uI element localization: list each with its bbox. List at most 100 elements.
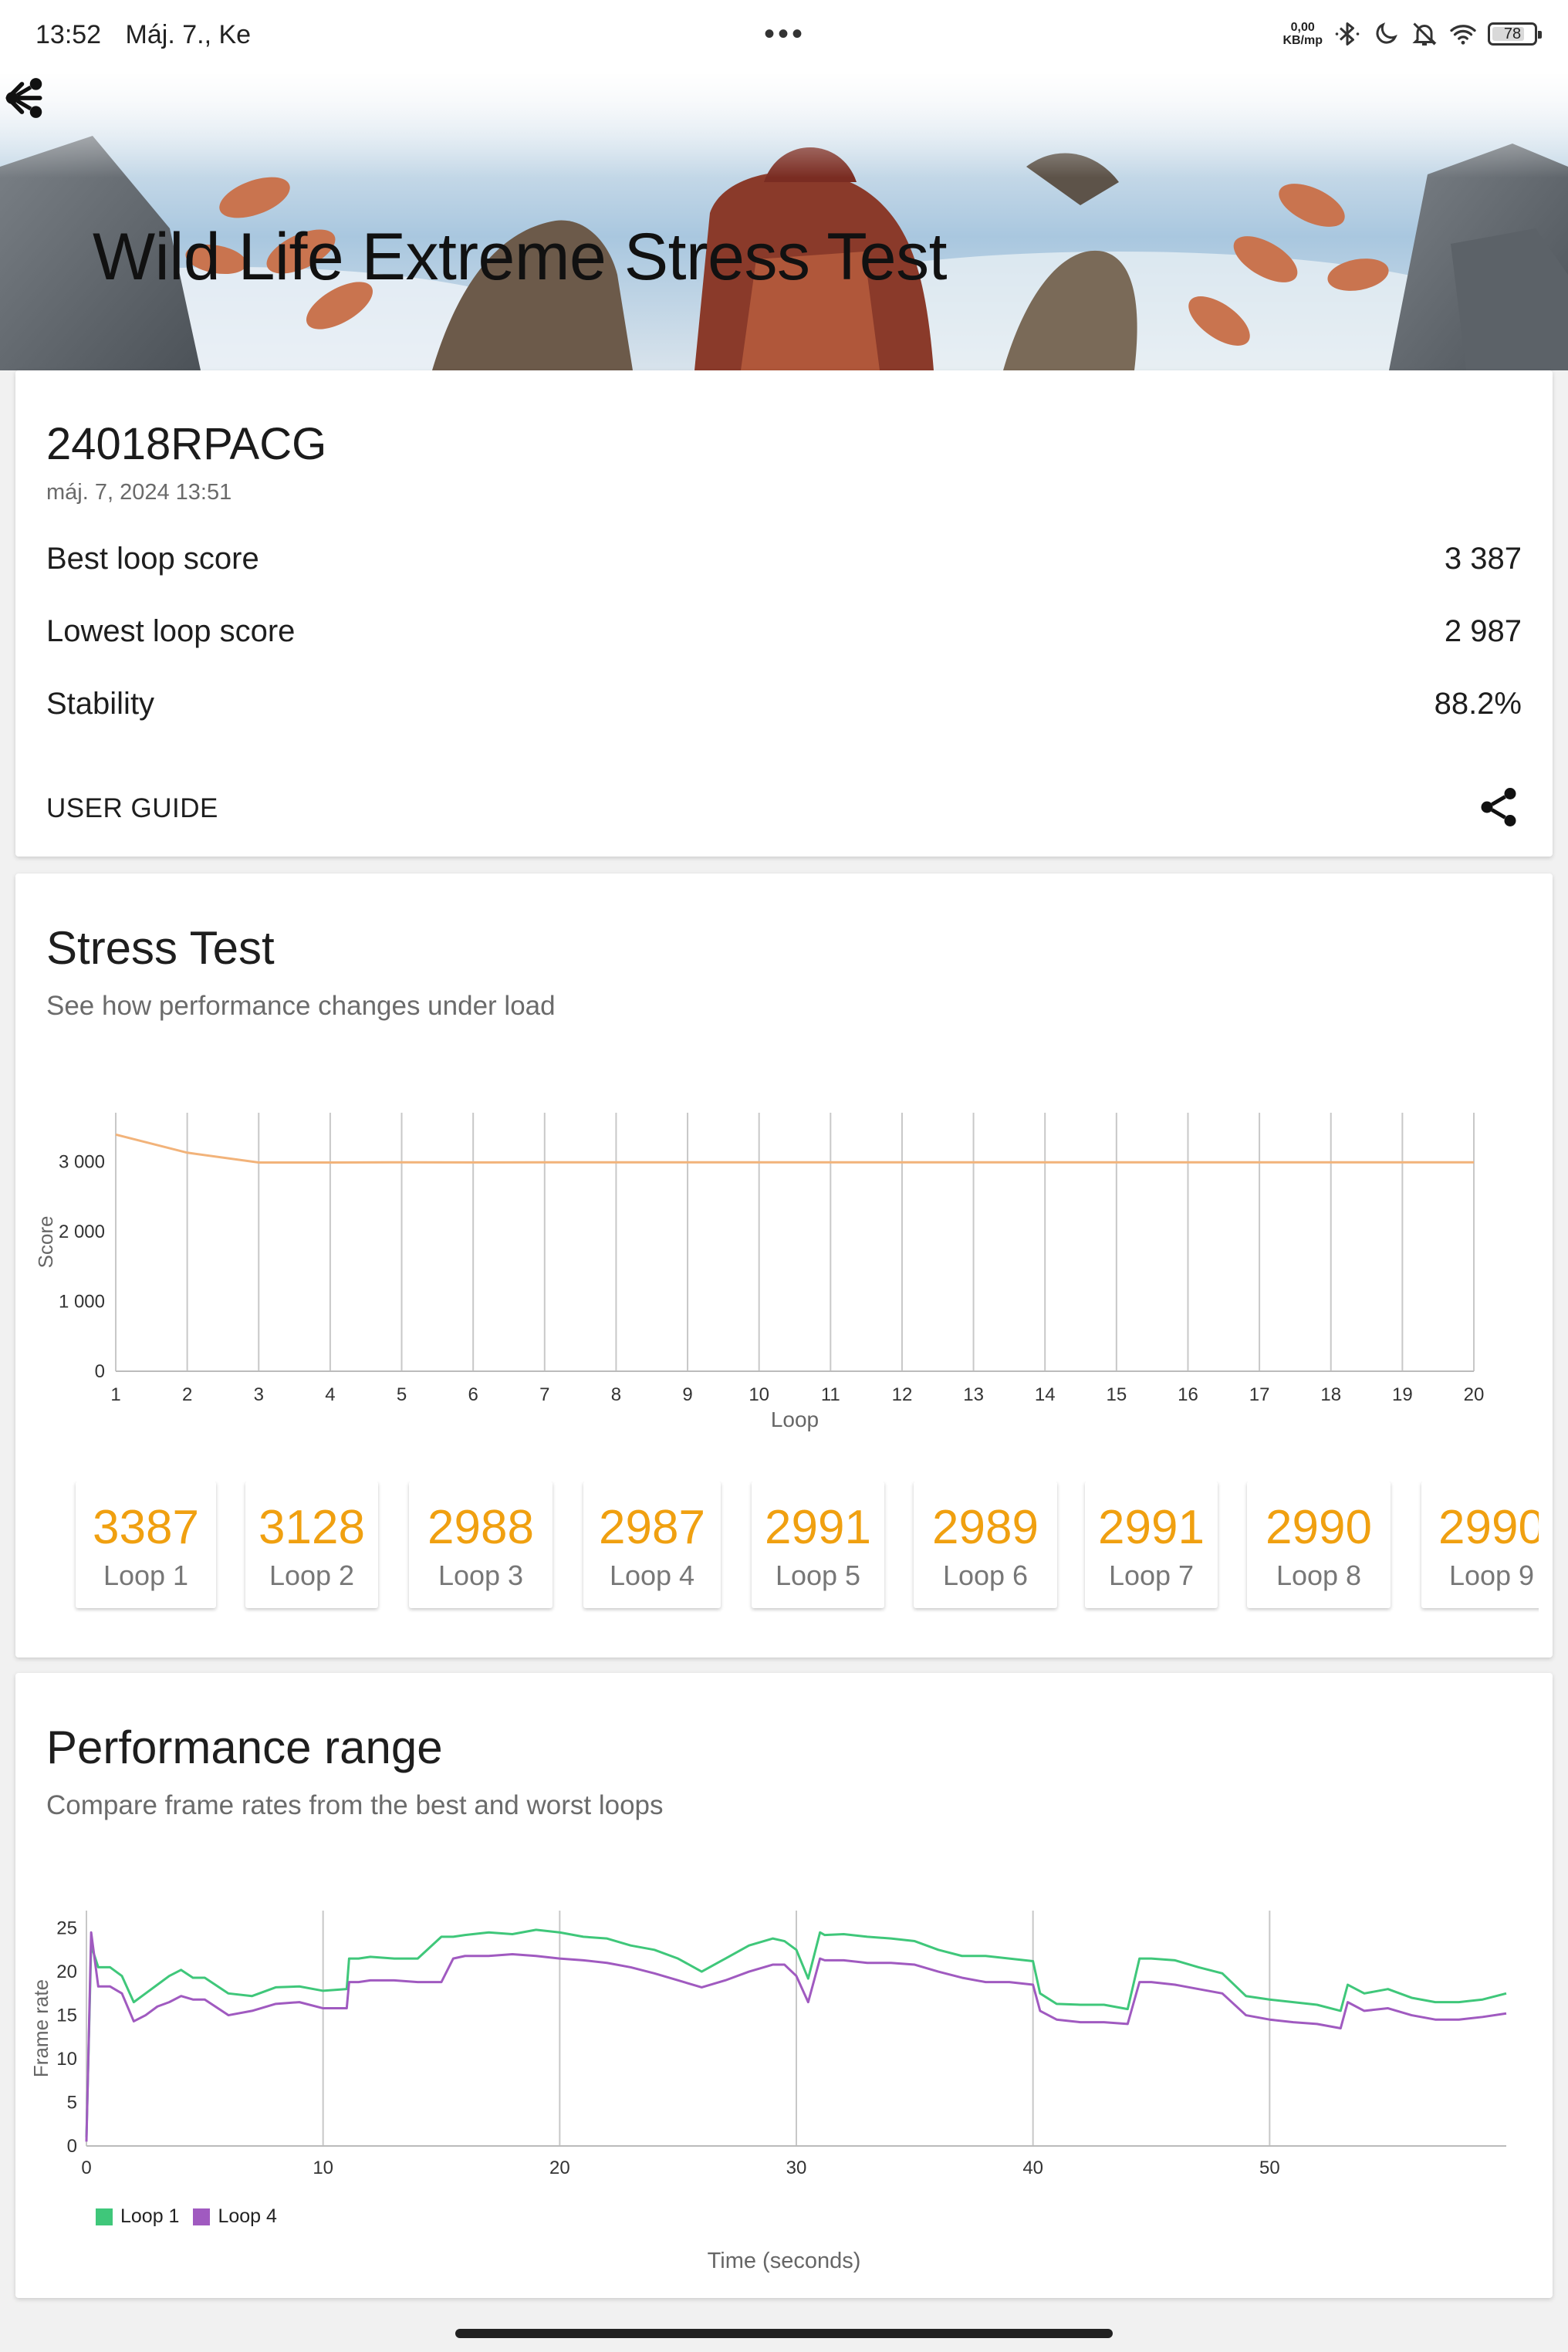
loop-score-value: 2989 [932, 1501, 1039, 1554]
score-chart: 1 2 3 4 5 6 7 8 9 10 11 12 13 14 15 16 17 18 19 2001 0002 0… [34, 1113, 1485, 1431]
x-tick-label: 3 [254, 1384, 264, 1405]
home-indicator[interactable] [455, 2329, 1113, 2338]
y-tick-label: 5 [67, 2093, 77, 2114]
loop-score-card[interactable]: 2991 Loop 5 [752, 1482, 884, 1608]
loop-score-value: 2987 [599, 1501, 705, 1554]
more-dots-icon[interactable]: ••• [764, 17, 806, 52]
loop-score-card[interactable]: 2991 Loop 7 [1085, 1482, 1218, 1608]
y-tick-label: 0 [67, 2136, 77, 2157]
stress-test-title: Stress Test [46, 922, 275, 974]
x-tick-label: 7 [539, 1384, 549, 1405]
loop-score-card[interactable]: 2990 Loop 9 [1421, 1482, 1539, 1608]
net-speed-unit: KB/mp [1282, 34, 1323, 47]
loop-score-value: 2988 [427, 1501, 534, 1554]
y-tick-label: 2 000 [59, 1222, 105, 1242]
summary-card: 24018RPACG máj. 7, 2024 13:51 Best loop … [15, 370, 1553, 857]
loop-score-label: Loop 4 [609, 1560, 695, 1591]
loop-score-value: 3387 [93, 1501, 199, 1554]
loop-score-label: Loop 2 [269, 1560, 355, 1591]
y-tick-label: 0 [95, 1361, 105, 1382]
stability-row: Stability 88.2% [46, 687, 1522, 733]
loop-score-value: 2991 [1098, 1501, 1205, 1554]
x-tick-label: 20 [549, 2158, 570, 2178]
loop-score-label: Loop 5 [775, 1560, 861, 1591]
stress-test-card: Stress Test See how performance changes … [15, 874, 1553, 1658]
loop-score-card[interactable]: 2989 Loop 6 [914, 1482, 1057, 1608]
best-loop-score-label: Best loop score [46, 542, 259, 576]
bluetooth-icon [1335, 22, 1360, 46]
legend-label-loop-4: Loop 4 [218, 2205, 277, 2227]
lowest-loop-score-value: 2 987 [1444, 614, 1522, 648]
loop-score-label: Loop 6 [942, 1560, 1029, 1591]
x-tick-label: 20 [1464, 1384, 1485, 1405]
net-speed: 0,00 KB/mp [1282, 21, 1323, 47]
y-tick-label: 15 [56, 2006, 77, 2026]
loop-score-value: 3128 [259, 1501, 365, 1554]
user-guide-button[interactable]: USER GUIDE [46, 793, 218, 824]
performance-range-card: Performance range Compare frame rates fr… [15, 1673, 1553, 2298]
loop-score-label: Loop 7 [1108, 1560, 1195, 1591]
score-line [115, 1133, 1474, 1164]
x-axis-label: Loop [771, 1407, 819, 1431]
loop-score-card[interactable]: 2988 Loop 3 [409, 1482, 553, 1608]
loop-score-card[interactable]: 3128 Loop 2 [245, 1482, 378, 1608]
lowest-loop-score-label: Lowest loop score [46, 614, 296, 648]
y-tick-label: 3 000 [59, 1151, 105, 1172]
loop-score-card[interactable]: 2987 Loop 4 [583, 1482, 721, 1608]
frame-rate-chart: 0 10 20 30 40 50 0 5 10 15 20 25 Frame rate [29, 1911, 1507, 2178]
loop-score-value: 2990 [1266, 1501, 1372, 1554]
y-axis-label: Score [34, 1216, 57, 1269]
loop-score-list[interactable]: 3387 Loop 1 3128 Loop 2 2988 Loop 3 2987 Loop 4… [60, 1482, 1539, 1613]
loop-score-card[interactable]: 3387 Loop 1 [76, 1482, 216, 1608]
performance-range-subtitle: Compare frame rates from the best and wo… [46, 1790, 664, 1820]
best-loop-score-row: Best loop score 3 387 [46, 542, 1522, 588]
x-tick-label: 5 [397, 1384, 407, 1405]
x-tick-label: 1 [110, 1384, 120, 1405]
x-tick-label: 16 [1178, 1384, 1198, 1405]
moon-icon [1376, 22, 1397, 44]
page-title: Wild Life Extreme Stress Test [93, 220, 948, 294]
loop-score-label: Loop 3 [438, 1560, 524, 1591]
device-name: 24018RPACG [46, 419, 327, 469]
stress-test-subtitle: See how performance changes under load [46, 991, 556, 1021]
x-tick-label: 15 [1106, 1384, 1127, 1405]
status-icons: 0,00 KB/mp 78 [1282, 19, 1542, 49]
status-time: 13:52 [35, 20, 102, 49]
x-tick-label: 30 [786, 2158, 807, 2178]
x-tick-label: 6 [468, 1384, 478, 1405]
x-tick-label: 4 [325, 1384, 335, 1405]
x-tick-label: 13 [963, 1384, 984, 1405]
loop-score-card[interactable]: 2990 Loop 8 [1247, 1482, 1391, 1608]
x-tick-label: 50 [1259, 2158, 1280, 2178]
legend-swatch-loop-1 [96, 2208, 113, 2225]
x-tick-label: 19 [1392, 1384, 1413, 1405]
x-tick-label: 10 [313, 2158, 333, 2178]
x-axis-label: Time (seconds) [707, 2249, 861, 2273]
chart-legend: Loop 1 Loop 4 [96, 2205, 277, 2228]
hero-header: Wild Life Extreme Stress Test [0, 74, 1568, 370]
y-tick-label: 25 [56, 1918, 77, 1939]
loop-score-value: 2991 [765, 1501, 871, 1554]
share-icon[interactable] [1475, 784, 1522, 830]
battery-level: 78 [1503, 25, 1522, 42]
status-date: Máj. 7., Ke [125, 20, 252, 49]
x-tick-label: 12 [892, 1384, 913, 1405]
y-tick-label: 10 [56, 2049, 77, 2070]
wifi-icon [1450, 25, 1476, 45]
x-tick-label: 2 [182, 1384, 192, 1405]
stability-label: Stability [46, 687, 155, 721]
x-tick-label: 10 [749, 1384, 769, 1405]
loop-score-label: Loop 8 [1276, 1560, 1362, 1591]
loop-score-value: 2990 [1438, 1501, 1539, 1554]
x-tick-label: 8 [611, 1384, 621, 1405]
x-tick-label: 17 [1249, 1384, 1270, 1405]
x-tick-label: 0 [81, 2158, 91, 2178]
loop-score-label: Loop 1 [103, 1560, 189, 1591]
x-tick-label: 11 [821, 1384, 840, 1405]
battery-icon: 78 [1488, 22, 1542, 46]
bell-off-icon [1412, 22, 1437, 46]
performance-range-title: Performance range [46, 1722, 443, 1773]
share-icon[interactable] [0, 74, 48, 122]
legend-label-loop-1: Loop 1 [120, 2205, 180, 2227]
status-time-date: 13:52 Máj. 7., Ke [35, 20, 268, 50]
